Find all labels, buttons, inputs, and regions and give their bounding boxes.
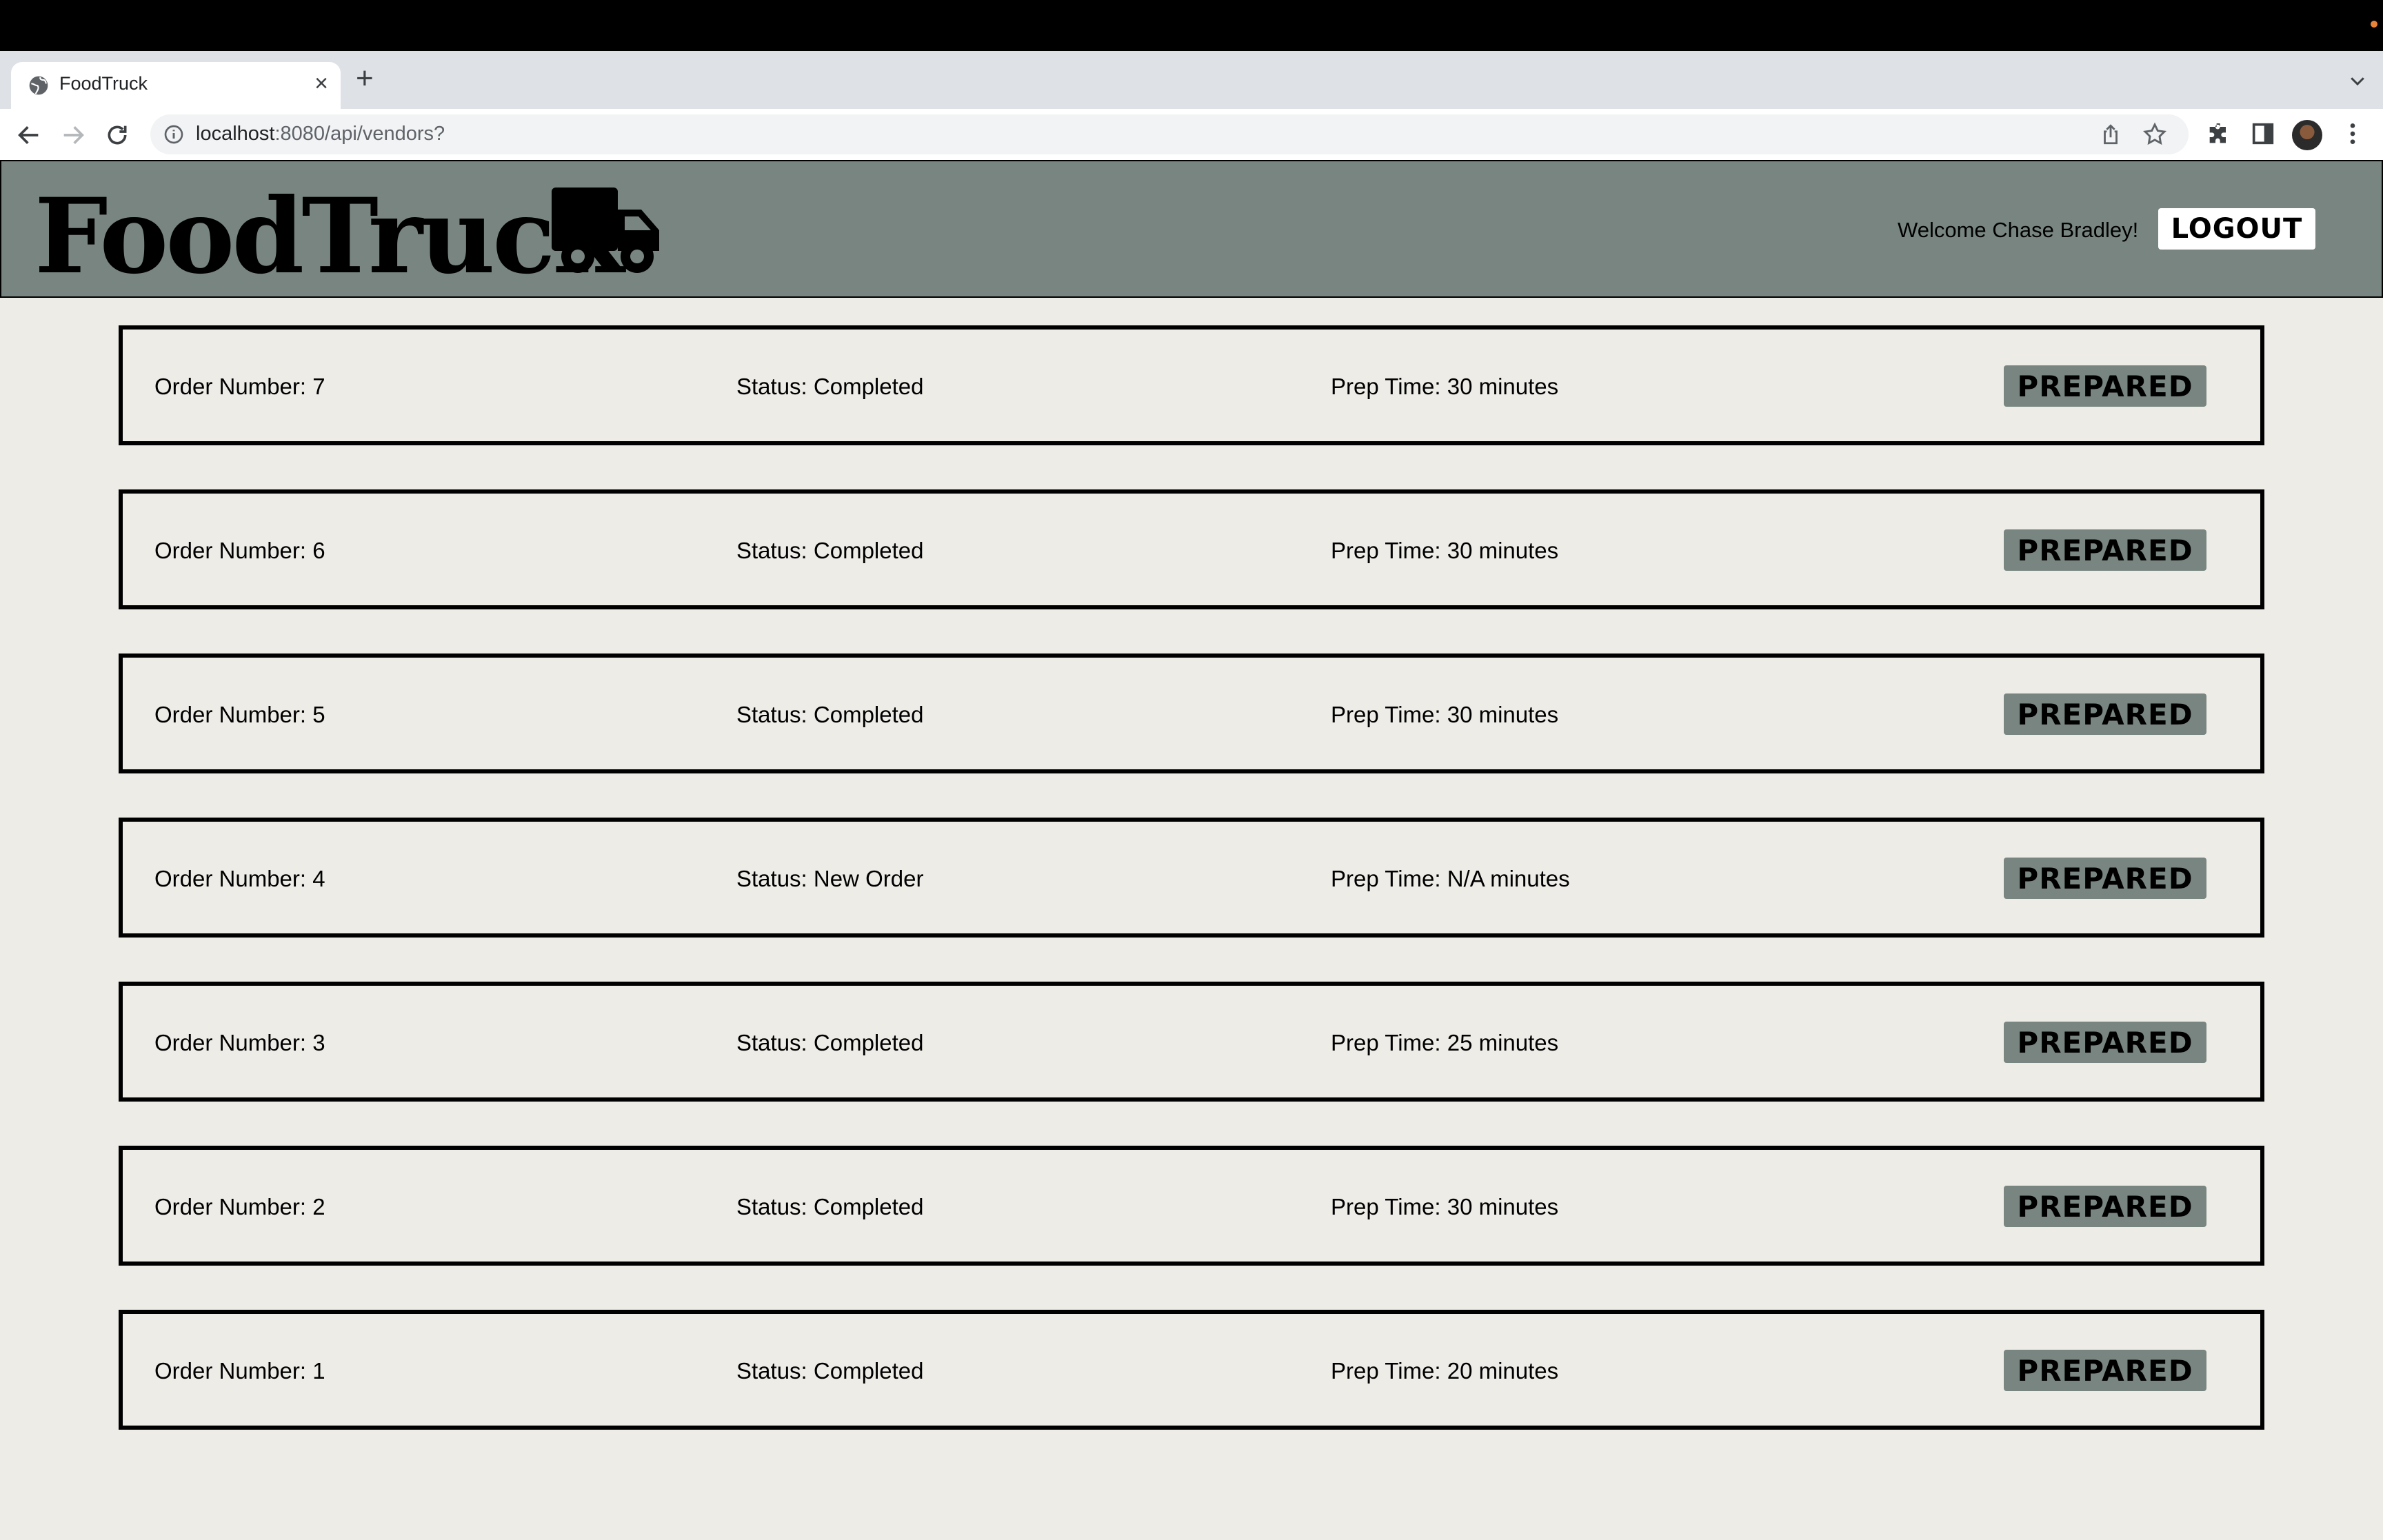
order-row: Order Number: 5 Status: Completed Prep Tim…	[119, 654, 2264, 773]
profile-avatar[interactable]	[2292, 120, 2322, 150]
new-tab-button[interactable]: +	[356, 63, 374, 94]
site-info-icon[interactable]	[163, 123, 185, 145]
order-status: Status: Completed	[736, 1358, 924, 1384]
globe-icon	[29, 76, 48, 95]
prepared-button[interactable]: PREPARED	[2004, 1350, 2206, 1391]
order-row: Order Number: 1 Status: Completed Prep Tim…	[119, 1310, 2264, 1430]
order-number: Order Number: 3	[154, 1030, 325, 1055]
prepared-button[interactable]: PREPARED	[2004, 1022, 2206, 1063]
browser-menu-icon[interactable]	[2339, 120, 2366, 148]
order-row: Order Number: 3 Status: Completed Prep Tim…	[119, 982, 2264, 1102]
logout-button[interactable]: LOGOUT	[2158, 208, 2315, 250]
order-row: Order Number: 6 Status: Completed Prep Tim…	[119, 489, 2264, 609]
order-status: Status: New Order	[736, 866, 924, 891]
side-panel-icon[interactable]	[2249, 120, 2277, 148]
order-row: Order Number: 2 Status: Completed Prep Tim…	[119, 1146, 2264, 1266]
order-prep-time: Prep Time: 30 minutes	[1331, 538, 1559, 563]
order-number: Order Number: 2	[154, 1194, 325, 1219]
browser-toolbar: localhost:8080/api/vendors?	[0, 109, 2383, 161]
order-status: Status: Completed	[736, 1194, 924, 1219]
address-bar[interactable]: localhost:8080/api/vendors?	[150, 114, 2189, 154]
order-number: Order Number: 6	[154, 538, 325, 563]
bookmark-star-icon[interactable]	[2142, 121, 2168, 148]
brand-logo-text: FoodTruck	[34, 176, 624, 297]
reload-icon[interactable]	[103, 121, 131, 149]
order-prep-time: Prep Time: 20 minutes	[1331, 1358, 1559, 1384]
prepared-button[interactable]: PREPARED	[2004, 693, 2206, 735]
prepared-button[interactable]: PREPARED	[2004, 1186, 2206, 1227]
tab-title: FoodTruck	[59, 73, 148, 94]
notification-dot	[2371, 21, 2377, 28]
order-prep-time: Prep Time: 30 minutes	[1331, 702, 1559, 727]
order-prep-time: Prep Time: 30 minutes	[1331, 1194, 1559, 1219]
order-status: Status: Completed	[736, 374, 924, 399]
tab-close-icon[interactable]: ×	[314, 70, 328, 97]
share-icon[interactable]	[2099, 123, 2122, 146]
orders-list: Order Number: 7 Status: Completed Prep Tim…	[119, 325, 2264, 1474]
url-text: localhost:8080/api/vendors?	[196, 123, 445, 145]
order-status: Status: Completed	[736, 702, 924, 727]
truck-icon	[552, 188, 659, 273]
prepared-button[interactable]: PREPARED	[2004, 858, 2206, 899]
app-header: FoodTruck Welcome Chase Bradley! LOGOUT	[0, 160, 2383, 298]
order-row: Order Number: 4 Status: New Order Prep Tim…	[119, 818, 2264, 938]
order-status: Status: Completed	[736, 538, 924, 563]
browser-tab[interactable]: FoodTruck ×	[11, 62, 341, 109]
os-top-bar	[0, 0, 2383, 51]
order-number: Order Number: 1	[154, 1358, 325, 1384]
prepared-button[interactable]: PREPARED	[2004, 529, 2206, 571]
prepared-button[interactable]: PREPARED	[2004, 365, 2206, 407]
tab-search-chevron-icon[interactable]	[2347, 70, 2368, 91]
welcome-message: Welcome Chase Bradley!	[1898, 218, 2139, 242]
back-arrow-icon[interactable]	[15, 121, 43, 149]
order-status: Status: Completed	[736, 1030, 924, 1055]
order-number: Order Number: 5	[154, 702, 325, 727]
browser-tab-bar: FoodTruck × +	[0, 51, 2383, 109]
order-prep-time: Prep Time: N/A minutes	[1331, 866, 1570, 891]
order-number: Order Number: 4	[154, 866, 325, 891]
extensions-puzzle-icon[interactable]	[2205, 120, 2233, 148]
order-number: Order Number: 7	[154, 374, 325, 399]
order-prep-time: Prep Time: 25 minutes	[1331, 1030, 1559, 1055]
order-row: Order Number: 7 Status: Completed Prep Tim…	[119, 325, 2264, 445]
order-prep-time: Prep Time: 30 minutes	[1331, 374, 1559, 399]
forward-arrow-icon[interactable]	[59, 121, 87, 149]
